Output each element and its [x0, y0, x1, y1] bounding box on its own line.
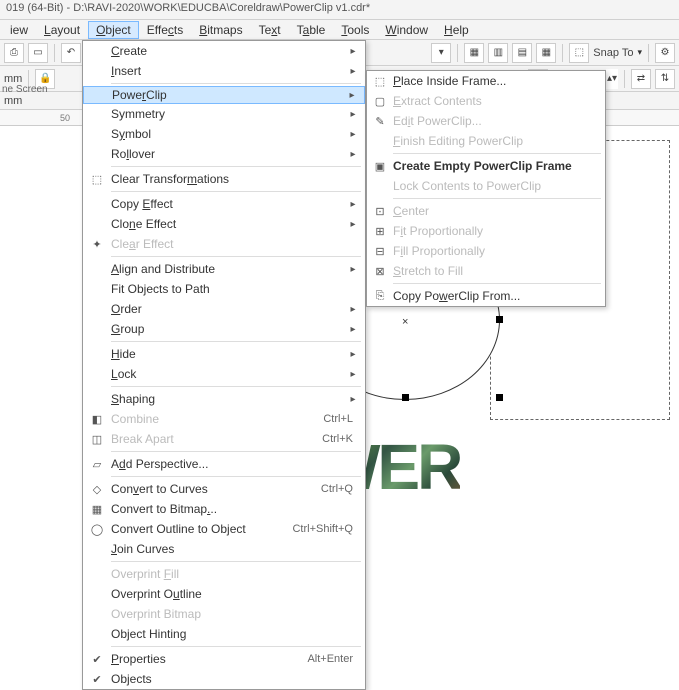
copy-icon: ⎘ [367, 290, 393, 303]
menu-overprint-bitmap: Overprint Bitmap [83, 604, 365, 624]
bitmap-icon: ▦ [83, 503, 111, 516]
title-bar: 019 (64-Bit) - D:\RAVI-2020\WORK\EDUCBA\… [0, 0, 679, 20]
menu-view[interactable]: iew [2, 21, 36, 39]
perspective-icon: ▱ [83, 458, 111, 471]
menu-convert-curves[interactable]: ◇Convert to CurvesCtrl+Q [83, 479, 365, 499]
clear-effect-icon: ✦ [83, 238, 111, 251]
menu-insert[interactable]: Insert▸ [83, 61, 365, 81]
menu-properties[interactable]: ✔PropertiesAlt+Enter [83, 649, 365, 669]
snap-to-label[interactable]: Snap To [593, 47, 633, 59]
outline-icon: ◯ [83, 523, 111, 536]
mirror-icon[interactable]: ⇄ [631, 69, 651, 89]
menu-join-curves[interactable]: Join Curves [83, 539, 365, 559]
place-icon: ⬚ [367, 75, 393, 88]
powerclip-submenu: ⬚Place Inside Frame... ▢Extract Contents… [366, 70, 606, 307]
selection-handle[interactable] [496, 316, 503, 323]
tool-icon[interactable]: ▭ [28, 43, 48, 63]
submenu-lock-contents: Lock Contents to PowerClip [367, 176, 605, 196]
menu-hide[interactable]: Hide▸ [83, 344, 365, 364]
clear-trans-icon: ⬚ [83, 173, 111, 186]
menu-fit-objects-path[interactable]: Fit Objects to Path [83, 279, 365, 299]
menu-symmetry[interactable]: Symmetry▸ [83, 104, 365, 124]
menu-convert-outline[interactable]: ◯Convert Outline to ObjectCtrl+Shift+Q [83, 519, 365, 539]
submenu-finish-editing: Finish Editing PowerClip [367, 131, 605, 151]
menu-combine: ◧CombineCtrl+L [83, 409, 365, 429]
submenu-center: ⊡Center [367, 201, 605, 221]
tool-icon[interactable]: ↶ [61, 43, 81, 63]
menu-shaping[interactable]: Shaping▸ [83, 389, 365, 409]
submenu-copy-from[interactable]: ⎘Copy PowerClip From... [367, 286, 605, 306]
stretch-icon: ⊠ [367, 265, 393, 278]
menu-overprint-fill: Overprint Fill [83, 564, 365, 584]
menu-object-hinting[interactable]: Object Hinting [83, 624, 365, 644]
menu-clear-transformations[interactable]: ⬚Clear Transformations [83, 169, 365, 189]
submenu-fill-proportionally: ⊟Fill Proportionally [367, 241, 605, 261]
frame-icon: ▣ [367, 160, 393, 173]
snap-icon[interactable]: ⬚ [569, 43, 589, 63]
menu-lock[interactable]: Lock▸ [83, 364, 365, 384]
submenu-stretch-fill: ⊠Stretch to Fill [367, 261, 605, 281]
screen-label: ne Screen [2, 84, 48, 95]
selection-handle[interactable] [402, 394, 409, 401]
dropdown-icon[interactable]: ▾ [431, 43, 451, 63]
menu-align-distribute[interactable]: Align and Distribute▸ [83, 259, 365, 279]
submenu-place-inside[interactable]: ⬚Place Inside Frame... [367, 71, 605, 91]
center-icon: ⊡ [367, 205, 393, 218]
menu-effects[interactable]: Effects [139, 21, 191, 39]
menu-symbol[interactable]: Symbol▸ [83, 124, 365, 144]
menu-tools[interactable]: Tools [333, 21, 377, 39]
menu-object[interactable]: Object [88, 21, 139, 39]
menu-powerclip[interactable]: PowerClip▸ [83, 86, 365, 104]
unit-label: mm [4, 95, 22, 107]
menu-objects[interactable]: ✔Objects [83, 669, 365, 689]
menu-bitmaps[interactable]: Bitmaps [191, 21, 250, 39]
submenu-extract: ▢Extract Contents [367, 91, 605, 111]
check-icon: ✔ [83, 653, 111, 666]
fit-icon: ⊞ [367, 225, 393, 238]
grid-icon[interactable]: ▦ [464, 43, 484, 63]
menu-add-perspective[interactable]: ▱Add Perspective... [83, 454, 365, 474]
menu-order[interactable]: Order▸ [83, 299, 365, 319]
grid-icon[interactable]: ▦ [536, 43, 556, 63]
menu-table[interactable]: Table [289, 21, 334, 39]
options-icon[interactable]: ⚙ [655, 43, 675, 63]
ruler-tick: 50 [60, 113, 70, 123]
menu-break-apart: ◫Break ApartCtrl+K [83, 429, 365, 449]
selection-handle[interactable] [496, 394, 503, 401]
extract-icon: ▢ [367, 95, 393, 108]
object-menu-dropdown: Create▸ Insert▸ PowerClip▸ Symmetry▸ Sym… [82, 40, 366, 690]
menu-overprint-outline[interactable]: Overprint Outline [83, 584, 365, 604]
submenu-fit-proportionally: ⊞Fit Proportionally [367, 221, 605, 241]
menu-clear-effect: ✦Clear Effect [83, 234, 365, 254]
center-marker: × [402, 316, 408, 328]
combine-icon: ◧ [83, 413, 111, 426]
menu-group[interactable]: Group▸ [83, 319, 365, 339]
submenu-create-empty[interactable]: ▣Create Empty PowerClip Frame [367, 156, 605, 176]
unit-label: mm [4, 73, 22, 85]
grid-icon[interactable]: ▥ [488, 43, 508, 63]
menu-bar: iew Layout Object Effects Bitmaps Text T… [0, 20, 679, 40]
menu-help[interactable]: Help [436, 21, 477, 39]
fill-icon: ⊟ [367, 245, 393, 258]
mirror-icon[interactable]: ⇅ [655, 69, 675, 89]
menu-convert-bitmap[interactable]: ▦Convert to Bitmap... [83, 499, 365, 519]
edit-icon: ✎ [367, 115, 393, 128]
curves-icon: ◇ [83, 483, 111, 496]
menu-text[interactable]: Text [251, 21, 289, 39]
check-icon: ✔ [83, 673, 111, 686]
menu-clone-effect[interactable]: Clone Effect▸ [83, 214, 365, 234]
menu-copy-effect[interactable]: Copy Effect▸ [83, 194, 365, 214]
grid-icon[interactable]: ▤ [512, 43, 532, 63]
break-icon: ◫ [83, 433, 111, 446]
tool-icon[interactable]: ⎙ [4, 43, 24, 63]
menu-window[interactable]: Window [377, 21, 436, 39]
menu-create[interactable]: Create▸ [83, 41, 365, 61]
submenu-edit-powerclip: ✎Edit PowerClip... [367, 111, 605, 131]
spinner-icon[interactable]: ▴▾ [606, 69, 618, 89]
menu-rollover[interactable]: Rollover▸ [83, 144, 365, 164]
menu-layout[interactable]: Layout [36, 21, 88, 39]
